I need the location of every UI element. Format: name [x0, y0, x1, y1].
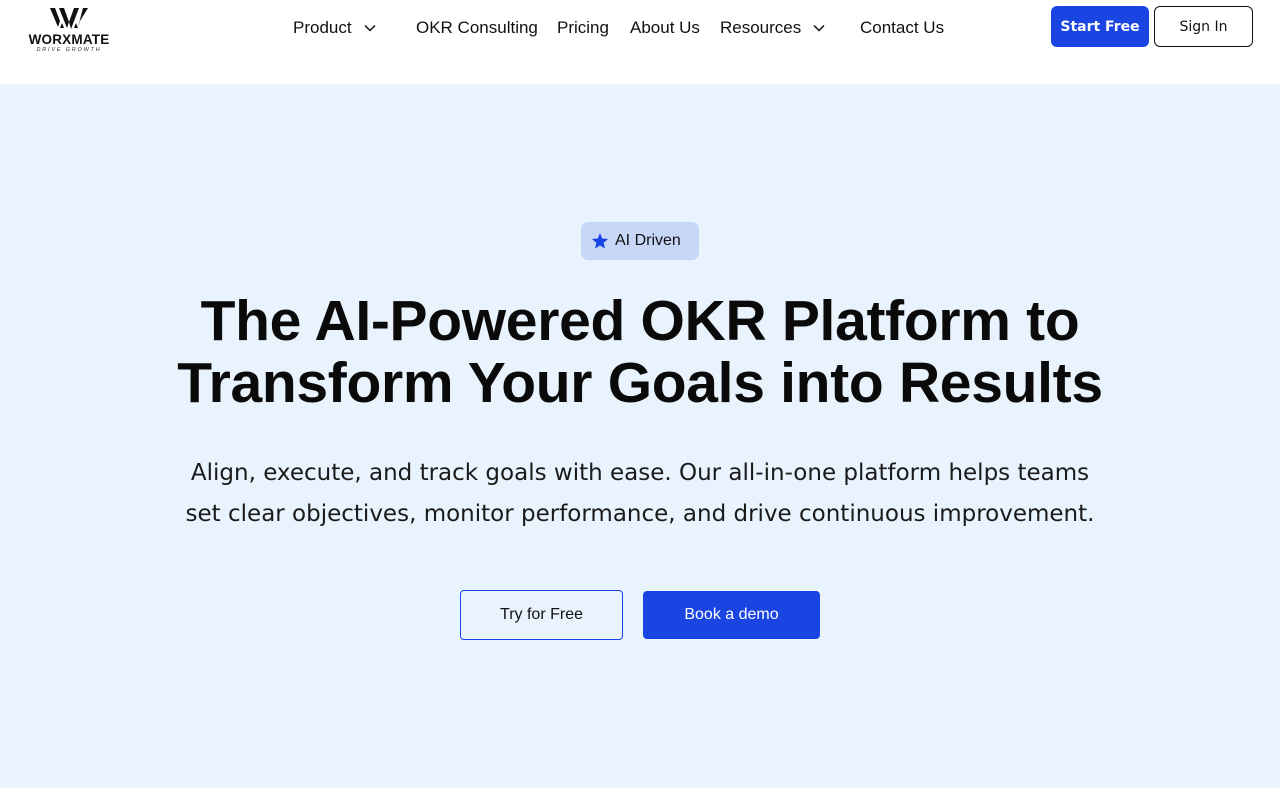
chevron-down-icon [364, 24, 376, 32]
book-demo-button[interactable]: Book a demo [643, 591, 820, 639]
logo-wordmark: WORXMATE [28, 32, 110, 47]
nav-item-okr-consulting[interactable]: OKR Consulting [416, 16, 538, 40]
page-bottom-strip [0, 788, 1280, 800]
logo-tagline: DRIVE GROWTH [36, 47, 102, 53]
hero-section: AI Driven The AI-Powered OKR Platform to… [0, 84, 1280, 788]
nav-item-pricing[interactable]: Pricing [557, 16, 609, 40]
nav-item-contact-us[interactable]: Contact Us [860, 16, 944, 40]
start-free-button[interactable]: Start Free [1051, 6, 1149, 47]
badge-label: AI Driven [615, 232, 681, 249]
nav-item-label: OKR Consulting [416, 18, 538, 37]
nav-item-label: Contact Us [860, 18, 945, 37]
hero-headline: The AI-Powered OKR Platform to Transform… [140, 290, 1140, 414]
nav-item-label: Product [293, 18, 352, 37]
worxmate-logo[interactable]: WORXMATE DRIVE GROWTH [26, 8, 112, 54]
sign-in-button[interactable]: Sign In [1154, 6, 1253, 47]
ai-driven-badge: AI Driven [581, 222, 699, 260]
nav-item-label: About Us [630, 18, 700, 37]
nav-item-resources[interactable]: Resources [720, 16, 825, 40]
headline-line: Transform Your Goals into Results [177, 351, 1103, 415]
nav-item-label: Pricing [557, 18, 609, 37]
logo-mark-icon [50, 8, 88, 29]
chevron-down-icon [813, 24, 825, 32]
nav-item-label: Resources [720, 18, 802, 37]
star-icon [591, 232, 609, 250]
try-for-free-button[interactable]: Try for Free [460, 590, 623, 640]
nav-item-product[interactable]: Product [293, 16, 376, 40]
site-header: WORXMATE DRIVE GROWTH Product OKR Consul… [0, 0, 1280, 84]
nav-item-about-us[interactable]: About Us [630, 16, 700, 40]
headline-line: The AI-Powered OKR Platform to [200, 289, 1080, 353]
hero-subtext: Align, execute, and track goals with eas… [185, 460, 1095, 527]
